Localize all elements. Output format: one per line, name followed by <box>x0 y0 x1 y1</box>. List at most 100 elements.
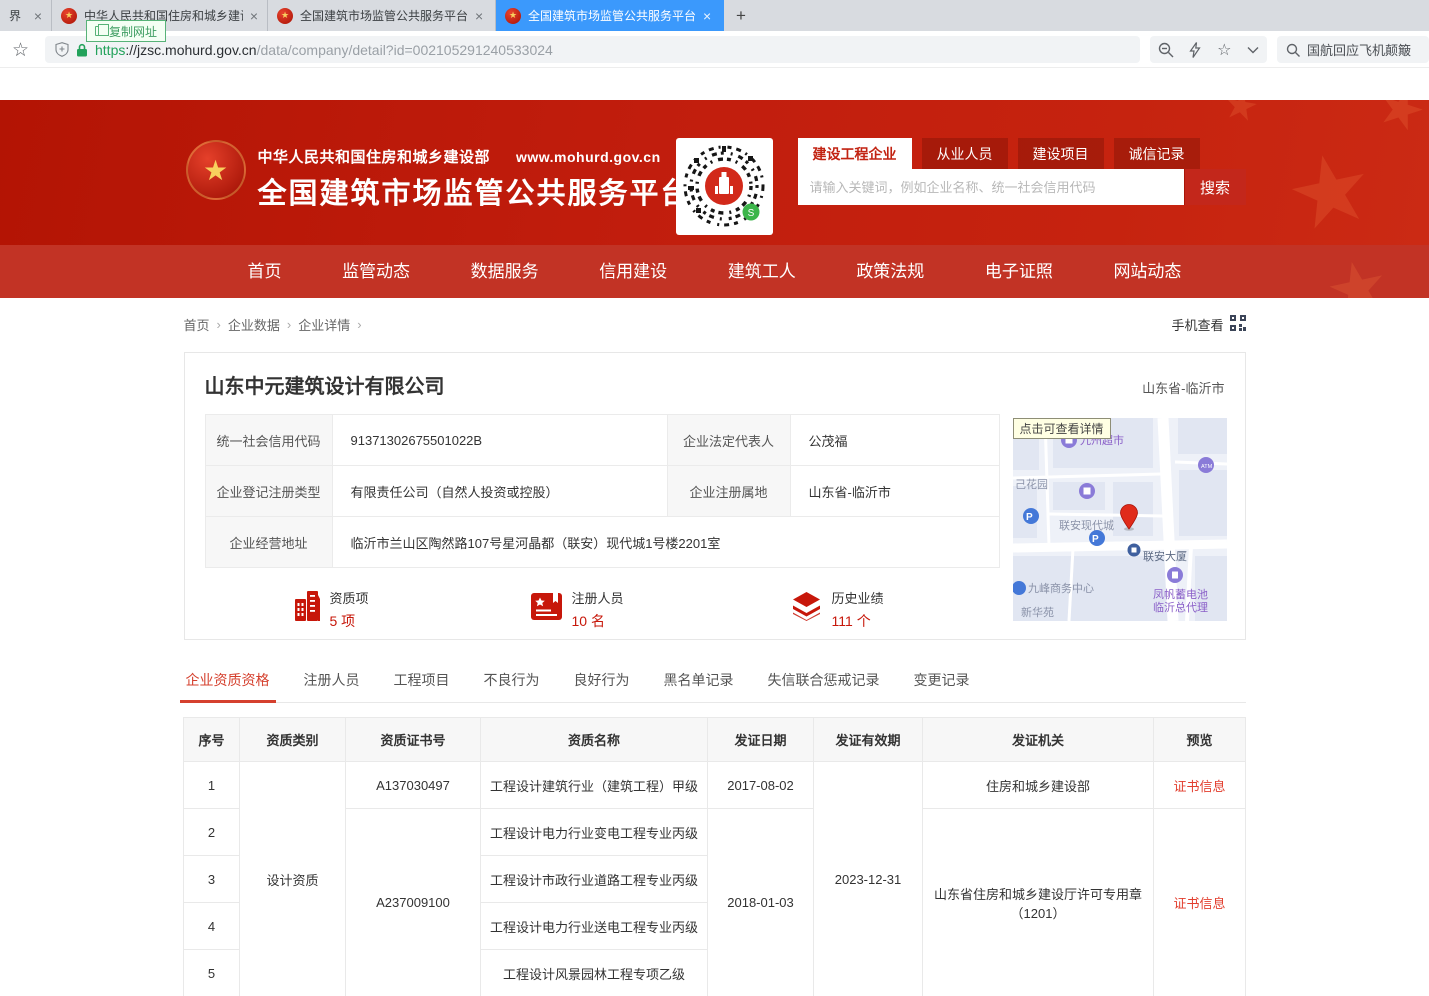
new-tab-button[interactable]: + <box>724 0 758 31</box>
nav-item-e-license[interactable]: 电子证照 <box>985 245 1053 298</box>
copy-url-label: 复制网址 <box>109 23 157 40</box>
legal-rep-value: 公茂福 <box>790 415 999 466</box>
reg-type-value: 有限责任公司（自然人投资或控股） <box>332 466 667 517</box>
bookmark-star-icon[interactable]: ☆ <box>12 39 29 62</box>
tab-blacklist[interactable]: 黑名单记录 <box>662 662 736 702</box>
search-tab-project[interactable]: 建设项目 <box>1018 138 1104 169</box>
breadcrumb-company-data[interactable]: 企业数据 <box>228 315 280 334</box>
favicon-icon: ★ <box>505 8 521 24</box>
nav-item-credit[interactable]: 信用建设 <box>599 245 667 298</box>
stat-value: 5 项 <box>330 611 369 631</box>
stat-qualifications[interactable]: 资质项 5 项 <box>293 588 369 631</box>
favicon-icon: ★ <box>61 8 77 24</box>
cell-name: 工程设计市政行业道路工程专业丙级 <box>481 856 708 903</box>
breadcrumb-home[interactable]: 首页 <box>184 315 210 334</box>
copy-icon <box>95 26 104 36</box>
main-content: 首页› 企业数据› 企业详情› 手机查看 山东中元建筑设计有限公司 山东省-临沂… <box>0 298 1429 996</box>
cell-name: 工程设计电力行业送电工程专业丙级 <box>481 903 708 950</box>
search-button[interactable]: 搜索 <box>1184 169 1246 205</box>
flash-icon[interactable] <box>1189 42 1201 58</box>
table-header-row: 序号 资质类别 资质证书号 资质名称 发证日期 发证有效期 发证机关 预览 <box>184 718 1246 762</box>
map-tooltip[interactable]: 点击可查看详情 <box>1013 418 1111 439</box>
breadcrumb-separator: › <box>217 317 221 332</box>
tab-registered-personnel[interactable]: 注册人员 <box>302 662 362 702</box>
zoom-out-icon[interactable] <box>1158 42 1174 58</box>
map-label-lianan-tower: 联安大厦 <box>1143 549 1187 563</box>
certificate-info-link[interactable]: 证书信息 <box>1173 779 1225 794</box>
stat-historical-performance[interactable]: 历史业绩 111 个 <box>791 588 884 631</box>
qualification-building-icon <box>293 591 320 627</box>
company-location-map[interactable]: 九州超市 ATM 己花园 联安现代城 联安大厦 九峰商务中心 新华苑 凤帆蓄电池… <box>1013 418 1227 621</box>
stat-label: 注册人员 <box>572 588 624 607</box>
nav-item-data-service[interactable]: 数据服务 <box>471 245 539 298</box>
nav-item-site-news[interactable]: 网站动态 <box>1113 245 1181 298</box>
ministry-name: 中华人民共和国住房和城乡建设部 <box>258 149 491 166</box>
address-bar[interactable]: https://jzsc.mohurd.gov.cn/data/company/… <box>45 36 1140 63</box>
close-icon[interactable]: × <box>475 8 483 24</box>
flag-star-decoration: ★ <box>1320 247 1396 298</box>
tab-qualifications[interactable]: 企业资质资格 <box>184 662 272 702</box>
favicon-icon: ★ <box>277 8 293 24</box>
search-icon <box>1286 43 1300 57</box>
close-icon[interactable]: × <box>250 8 258 24</box>
nav-item-workers[interactable]: 建筑工人 <box>728 245 796 298</box>
authority-name: 山东省住房和城乡建设厅许可专用章 <box>929 884 1147 903</box>
quick-search-box[interactable]: 国航回应飞机颠簸 <box>1277 36 1429 63</box>
nav-item-home[interactable]: 首页 <box>248 245 282 298</box>
cell-seq: 1 <box>184 762 240 809</box>
certificate-info-link[interactable]: 证书信息 <box>1173 896 1225 911</box>
browser-toolbar: ☆ https://jzsc.mohurd.gov.cn/data/compan… <box>0 31 1429 68</box>
nav-item-policy[interactable]: 政策法规 <box>856 245 924 298</box>
url-path: /data/company/detail?id=0021052912405330… <box>257 42 553 58</box>
tab-change-records[interactable]: 变更记录 <box>912 662 972 702</box>
tab-dishonesty-records[interactable]: 失信联合惩戒记录 <box>766 662 882 702</box>
company-region: 山东省-临沂市 <box>1142 378 1224 397</box>
keyword-search-input[interactable] <box>798 169 1184 205</box>
search-tab-credit[interactable]: 诚信记录 <box>1114 138 1200 169</box>
tab-good-behavior[interactable]: 良好行为 <box>572 662 632 702</box>
cell-seq: 2 <box>184 809 240 856</box>
col-validity: 发证有效期 <box>814 718 923 762</box>
flag-star-decoration: ★ <box>1369 100 1429 142</box>
credit-code-label: 统一社会信用代码 <box>205 415 332 466</box>
col-issue-date: 发证日期 <box>708 718 814 762</box>
map-label-battery-2: 临沂总代理 <box>1153 600 1208 614</box>
quick-search-text: 国航回应飞机颠簸 <box>1307 40 1411 59</box>
close-icon[interactable]: × <box>34 8 42 24</box>
cell-validity: 2023-12-31 <box>814 762 923 996</box>
tab-bad-behavior[interactable]: 不良行为 <box>482 662 542 702</box>
performance-layers-icon <box>791 592 822 626</box>
stat-registered-personnel[interactable]: 注册人员 10 名 <box>531 588 624 631</box>
nav-item-supervision[interactable]: 监管动态 <box>342 245 410 298</box>
browser-tab-1[interactable]: 界 × <box>0 0 52 31</box>
search-tab-personnel[interactable]: 从业人员 <box>922 138 1008 169</box>
tab-projects[interactable]: 工程项目 <box>392 662 452 702</box>
col-category: 资质类别 <box>240 718 346 762</box>
main-nav: ★ 首页 监管动态 数据服务 信用建设 建筑工人 政策法规 电子证照 网站动态 <box>0 245 1429 298</box>
search-tab-enterprise[interactable]: 建设工程企业 <box>798 138 912 169</box>
legal-rep-label: 企业法定代表人 <box>667 415 790 466</box>
chevron-down-icon[interactable] <box>1247 46 1259 54</box>
stat-value: 111 个 <box>832 611 884 631</box>
cell-issue-date: 2017-08-02 <box>708 762 814 809</box>
close-icon[interactable]: × <box>703 8 711 24</box>
qr-code-icon <box>1230 315 1246 334</box>
company-summary-card: 山东中元建筑设计有限公司 山东省-临沂市 统一社会信用代码 9137130267… <box>184 352 1246 640</box>
breadcrumb-company-detail[interactable]: 企业详情 <box>298 315 350 334</box>
cell-authority: 山东省住房和城乡建设厅许可专用章 （1201） <box>923 809 1154 996</box>
cell-seq: 3 <box>184 856 240 903</box>
mobile-view-button[interactable]: 手机查看 <box>1171 315 1245 334</box>
map-label-xinhua-garden: 新华苑 <box>1021 605 1054 619</box>
favorites-star-icon[interactable]: ☆ <box>1217 40 1231 60</box>
url-scheme: https <box>95 42 125 58</box>
tab-title: 全国建筑市场监管公共服务平台 <box>300 7 468 24</box>
shield-icon[interactable] <box>55 42 69 57</box>
company-name: 山东中元建筑设计有限公司 <box>205 370 445 399</box>
browser-tab-4-active[interactable]: ★ 全国建筑市场监管公共服务平台 × <box>496 0 724 31</box>
company-info-table: 统一社会信用代码 91371302675501022B 企业法定代表人 公茂福 … <box>205 414 1000 568</box>
cell-name: 工程设计电力行业变电工程专业丙级 <box>481 809 708 856</box>
browser-tab-3[interactable]: ★ 全国建筑市场监管公共服务平台 × <box>268 0 496 31</box>
tab-title: 全国建筑市场监管公共服务平台 <box>528 7 696 24</box>
flag-star-decoration: ★ <box>1278 136 1382 245</box>
map-label-battery-1: 凤帆蓄电池 <box>1153 587 1208 601</box>
